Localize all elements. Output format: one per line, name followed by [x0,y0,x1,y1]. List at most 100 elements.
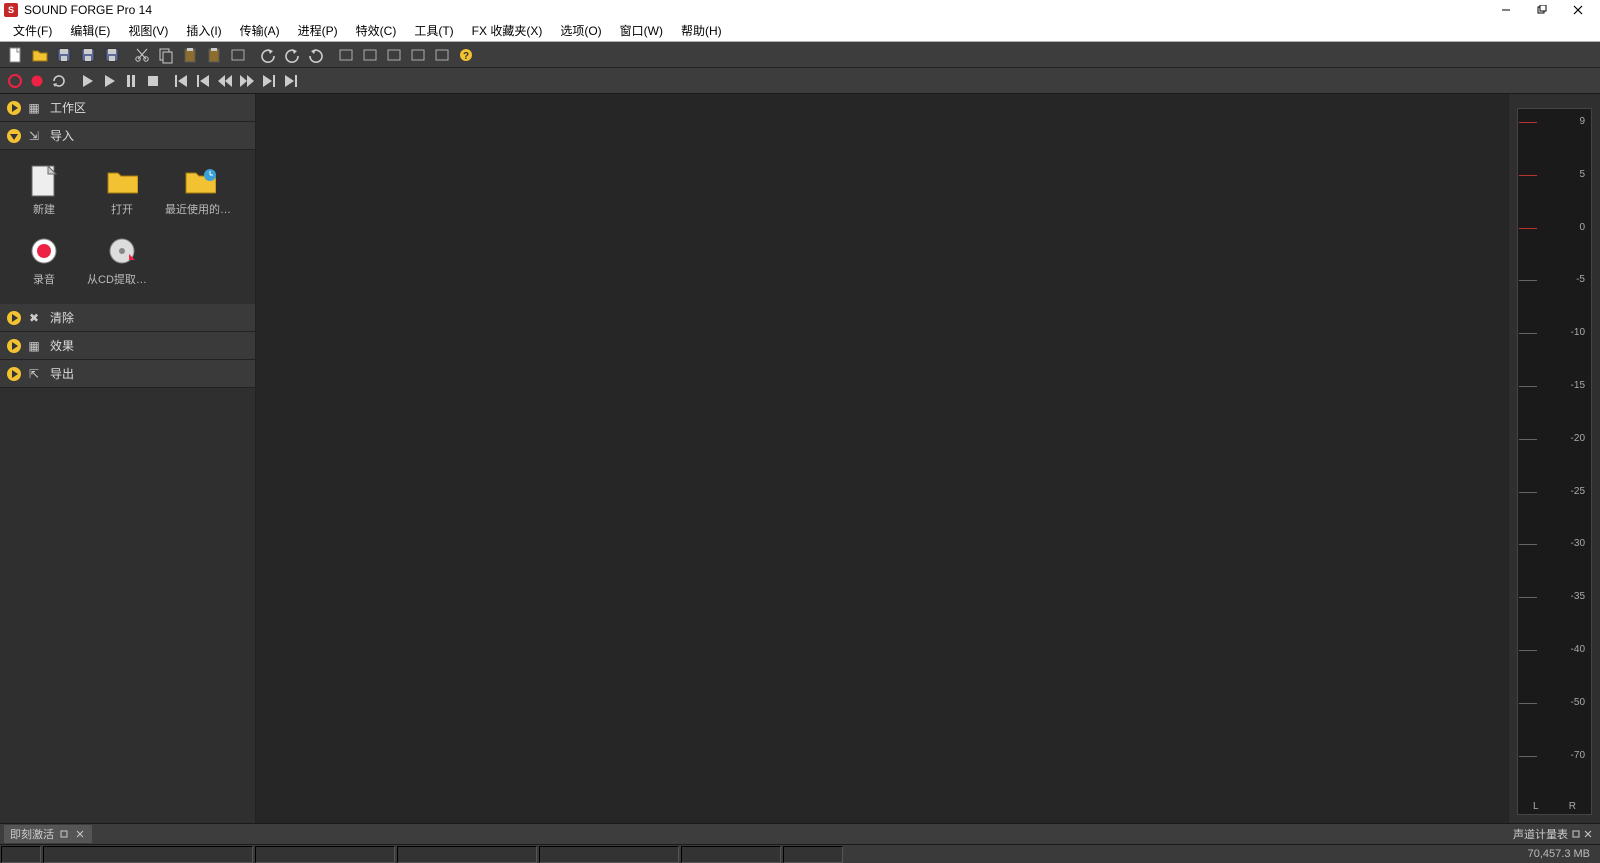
play-button[interactable] [76,71,98,91]
copy-button[interactable] [154,44,178,66]
tile-recent[interactable]: 最近使用的文件 [164,160,236,224]
go-end-icon [282,72,300,90]
new-button[interactable] [4,44,28,66]
menu-item-effects[interactable]: 特效(C) [347,20,406,41]
play-all-button[interactable] [98,71,120,91]
tile-new[interactable]: 新建 [8,160,80,224]
maximize-button[interactable] [1524,0,1560,20]
menu-item-process[interactable]: 进程(P) [289,20,347,41]
folder-icon [31,46,49,64]
tile-extract-cd[interactable]: 从CD提取音频… [86,230,158,294]
cut-button[interactable] [130,44,154,66]
panel-header-effects[interactable]: ▦ 效果 [0,332,255,360]
meter-tick: 0 [1541,222,1585,233]
undo-button[interactable] [256,44,280,66]
scissors-icon [133,46,151,64]
meter-tick: -35 [1541,591,1585,602]
menu-item-tools[interactable]: 工具(T) [405,20,462,41]
zoom-sel-button[interactable] [358,44,382,66]
undo-icon [259,46,277,64]
meter-tick: -25 [1541,486,1585,497]
record-arm-button[interactable] [4,71,26,91]
tab-dock-button[interactable] [58,828,70,840]
channel-meter-title-bar: 声道计量表 [1509,826,1596,842]
chevron-right-icon [6,310,22,326]
event-tool-icon [433,46,451,64]
save-all-button[interactable] [100,44,124,66]
menu-item-options[interactable]: 选项(O) [551,20,610,41]
import-icon: ⇲ [26,128,42,144]
forward-button[interactable] [236,71,258,91]
forward-icon [238,72,256,90]
help-mode-button[interactable] [454,44,478,66]
play-all-icon [100,72,118,90]
app-title: SOUND FORGE Pro 14 [24,3,152,17]
meter-right-label: R [1569,801,1576,812]
go-start-button[interactable] [170,71,192,91]
save-as-button[interactable] [76,44,100,66]
tile-label-record: 录音 [33,271,55,287]
menu-item-fx_fav[interactable]: FX 收藏夹(X) [463,20,552,41]
rewind-button[interactable] [214,71,236,91]
tab-close-button[interactable] [74,828,86,840]
paste-mix-button[interactable] [202,44,226,66]
go-end-button[interactable] [280,71,302,91]
menu-item-view[interactable]: 视图(V) [119,20,177,41]
menu-item-edit[interactable]: 编辑(E) [61,20,119,41]
plugin-chain-button[interactable] [406,44,430,66]
status-segment-7 [783,846,843,863]
stop-button[interactable] [142,71,164,91]
play-icon [78,72,96,90]
paste-icon [181,46,199,64]
meter-tick: 9 [1541,116,1585,127]
record-dot-icon [28,72,46,90]
tile-record[interactable]: 录音 [8,230,80,294]
channel-dock-button[interactable] [1572,830,1580,838]
record-big-icon [28,237,60,265]
help-q-icon [457,46,475,64]
panel-header-import[interactable]: ⇲导入 [0,122,255,150]
panel-header-clear[interactable]: ✖清除 [0,304,255,332]
channel-close-button[interactable] [1584,830,1592,838]
event-tool-button[interactable] [430,44,454,66]
memory-readout: 70,457.3 MB [1522,848,1596,860]
activate-tab-label: 即刻激活 [10,826,54,842]
effects-icon: ▦ [26,338,42,354]
panel-label-effects: 效果 [50,337,74,354]
menu-item-window[interactable]: 窗口(W) [611,20,672,41]
menu-item-file[interactable]: 文件(F) [4,20,61,41]
go-next-button[interactable] [258,71,280,91]
redo-button[interactable] [304,44,328,66]
sidebar: ▦工作区⇲导入新建打开最近使用的文件录音 从CD提取音频… ✖清除 ▦ 效果 ⇱导出 [0,94,256,823]
minimize-button[interactable] [1488,0,1524,20]
panel-header-export[interactable]: ⇱导出 [0,360,255,388]
save-button[interactable] [52,44,76,66]
tile-open[interactable]: 打开 [86,160,158,224]
repeat-button[interactable] [334,44,358,66]
plugin-chain-icon [409,46,427,64]
close-button[interactable] [1560,0,1596,20]
panel-label-export: 导出 [50,365,74,382]
menu-item-help[interactable]: 帮助(H) [672,20,731,41]
main-toolbar [0,42,1600,68]
go-next-icon [260,72,278,90]
loop-button[interactable] [48,71,70,91]
paste-button[interactable] [178,44,202,66]
open-button[interactable] [28,44,52,66]
go-prev-button[interactable] [192,71,214,91]
record-button[interactable] [26,71,48,91]
meter-tick: 5 [1541,169,1585,180]
save-all-icon [103,46,121,64]
status-segment-5 [539,846,679,863]
activate-tab[interactable]: 即刻激活 [4,825,92,843]
menu-item-insert[interactable]: 插入(I) [177,20,230,41]
pause-button[interactable] [120,71,142,91]
meter-tick: -10 [1541,327,1585,338]
go-start-icon [172,72,190,90]
trim-button[interactable] [226,44,250,66]
undo-all-button[interactable] [280,44,304,66]
spectrum-button[interactable] [382,44,406,66]
status-segment-1 [1,846,41,863]
menu-item-transport[interactable]: 传输(A) [231,20,289,41]
panel-header-workspace[interactable]: ▦工作区 [0,94,255,122]
